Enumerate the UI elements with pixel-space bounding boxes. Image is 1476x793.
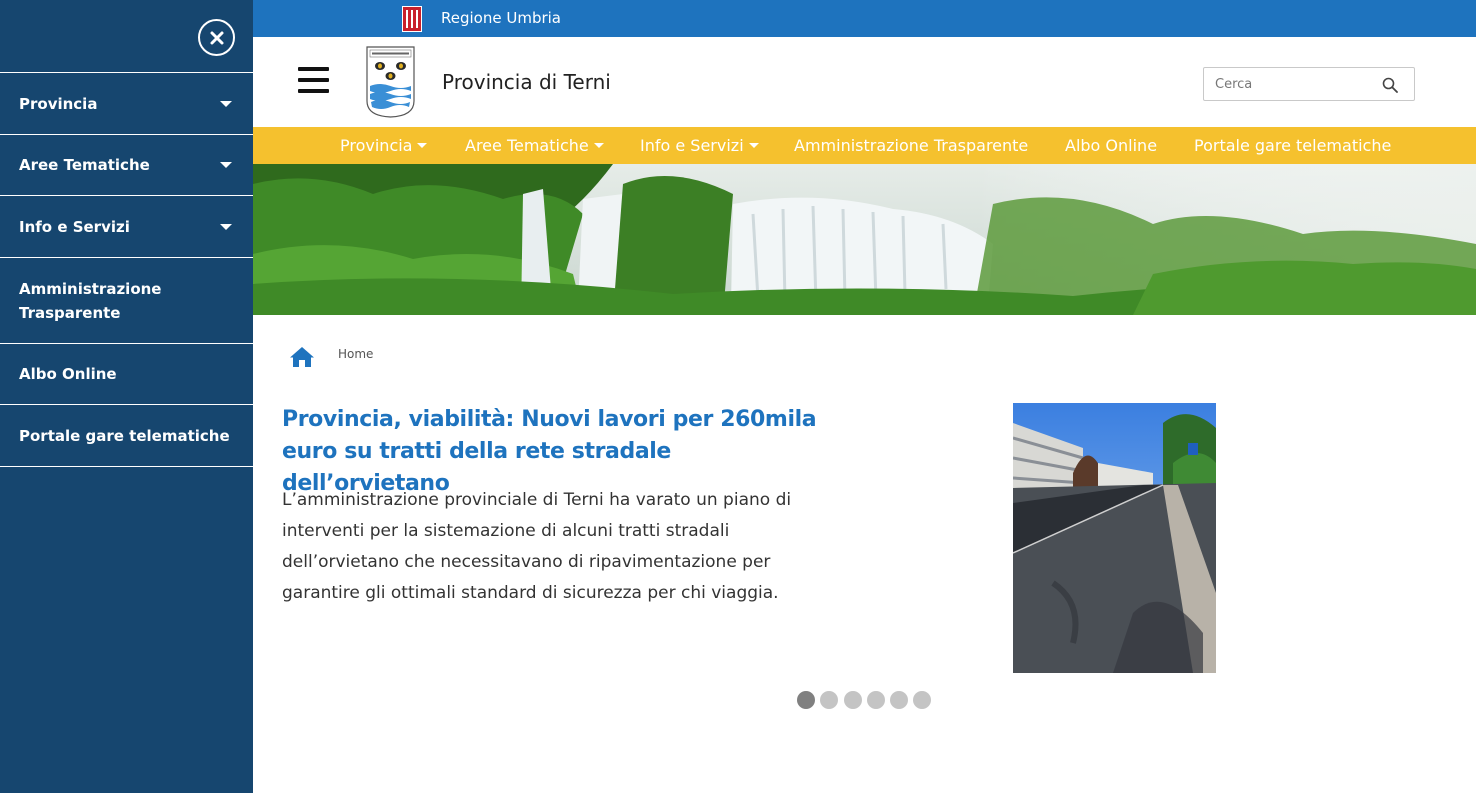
slider-dot[interactable] [890, 691, 909, 709]
drawer-item-aree-tematiche[interactable]: Aree Tematiche [0, 135, 253, 196]
slider-dot[interactable] [797, 691, 815, 709]
drawer-item-amministrazione-trasparente[interactable]: Amministrazione Trasparente [0, 258, 253, 344]
waterfall-banner-image [253, 164, 1476, 315]
main-nav: Provincia Aree Tematiche Info e Servizi … [253, 127, 1476, 164]
chevron-down-icon [220, 223, 232, 230]
home-icon[interactable] [289, 346, 315, 368]
nav-item-portale-gare[interactable]: Portale gare telematiche [1194, 136, 1391, 155]
drawer-header [0, 0, 253, 73]
chevron-down-icon [220, 100, 232, 107]
slider-dot[interactable] [820, 691, 839, 709]
slider-pagination [797, 691, 937, 709]
drawer-item-label: Portale gare telematiche [19, 426, 230, 445]
nav-item-label: Provincia [340, 136, 413, 155]
close-drawer-button[interactable] [198, 19, 235, 56]
article-image[interactable] [1013, 403, 1216, 673]
hero-banner [253, 164, 1476, 315]
article-summary: L’amministrazione provinciale di Terni h… [282, 490, 792, 603]
hamburger-menu-button[interactable] [298, 67, 329, 93]
breadcrumb-home[interactable]: Home [338, 347, 373, 361]
chevron-down-icon [748, 143, 759, 148]
search-box [1203, 67, 1415, 101]
side-drawer: Provincia Aree Tematiche Info e Servizi … [0, 0, 253, 793]
drawer-item-label: Aree Tematiche [19, 156, 150, 174]
chevron-down-icon [417, 143, 428, 148]
drawer-item-label: Amministrazione Trasparente [19, 279, 162, 322]
chevron-down-icon [593, 143, 604, 148]
slider-dot[interactable] [913, 691, 932, 709]
drawer-item-label: Info e Servizi [19, 217, 130, 236]
nav-item-label: Aree Tematiche [465, 136, 589, 155]
provincia-crest-logo[interactable] [366, 46, 415, 118]
nav-item-label: Albo Online [1065, 136, 1158, 155]
drawer-item-albo-online[interactable]: Albo Online [0, 344, 253, 405]
drawer-item-label: Provincia [19, 94, 98, 113]
nav-item-provincia[interactable]: Provincia [340, 136, 428, 155]
site-title[interactable]: Provincia di Terni [442, 70, 611, 94]
site-header: Provincia di Terni [253, 37, 1476, 127]
nav-item-albo-online[interactable]: Albo Online [1065, 136, 1157, 155]
search-input[interactable] [1204, 68, 1374, 100]
region-bar: Regione Umbria [253, 0, 1476, 37]
nav-item-amministrazione-trasparente[interactable]: Amministrazione Trasparente [794, 136, 1028, 155]
nav-item-aree-tematiche[interactable]: Aree Tematiche [465, 136, 604, 155]
drawer-item-provincia[interactable]: Provincia [0, 73, 253, 135]
regione-umbria-logo[interactable] [402, 6, 422, 32]
chevron-down-icon [220, 162, 232, 168]
drawer-item-portale-gare[interactable]: Portale gare telematiche [0, 405, 253, 467]
drawer-item-label: Albo Online [19, 365, 117, 383]
hamburger-icon [298, 67, 329, 93]
slider-dot[interactable] [843, 691, 862, 709]
nav-item-label: Info e Servizi [640, 136, 744, 155]
slider-dot[interactable] [866, 691, 885, 709]
nav-item-label: Portale gare telematiche [1194, 136, 1392, 155]
nav-item-label: Amministrazione Trasparente [794, 136, 1029, 155]
regione-umbria-link[interactable]: Regione Umbria [441, 9, 561, 27]
search-icon[interactable] [1382, 77, 1398, 93]
close-icon [210, 31, 223, 44]
nav-item-info-servizi[interactable]: Info e Servizi [640, 136, 759, 155]
drawer-item-info-servizi[interactable]: Info e Servizi [0, 196, 253, 258]
